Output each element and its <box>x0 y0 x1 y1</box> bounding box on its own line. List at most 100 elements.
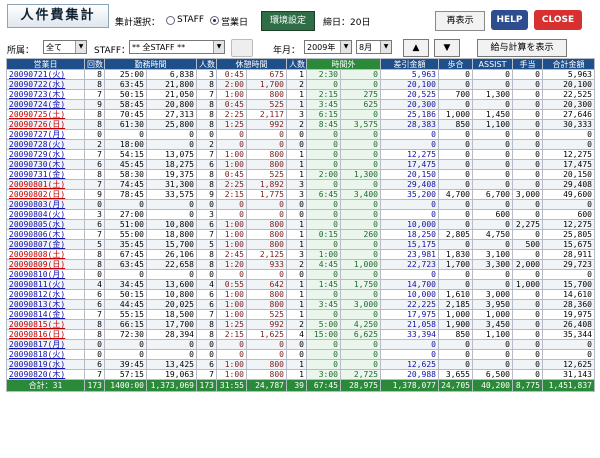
col-header[interactable]: 手当 <box>512 58 543 70</box>
totals-cell: 8,775 <box>512 379 543 392</box>
table-cell: 12,275 <box>380 149 439 160</box>
col-header[interactable]: 勤務時間 <box>104 58 197 70</box>
table-cell: 0 <box>146 349 197 360</box>
table-cell: 2 <box>286 259 307 270</box>
table-row: 20090815(土) 8 66:15 17,700 8 1:25 992 2 5:00 4,25… <box>6 319 595 330</box>
table-cell: 3:45 <box>306 99 341 110</box>
table-cell: 0 <box>512 209 543 220</box>
table-cell: 1:00 <box>216 89 247 100</box>
radio-staff[interactable] <box>166 16 175 25</box>
date-link[interactable]: 20090727(月) <box>6 129 85 140</box>
table-cell: 28,360 <box>542 299 595 310</box>
table-cell: 1:45 <box>306 279 341 290</box>
date-link[interactable]: 20090807(金) <box>6 239 85 250</box>
col-header[interactable]: 回数 <box>84 58 105 70</box>
table-cell: 67:45 <box>104 249 147 260</box>
date-link[interactable]: 20090809(日) <box>6 259 85 270</box>
table-cell: 9 <box>196 189 217 200</box>
date-link[interactable]: 20090817(月) <box>6 339 85 350</box>
date-link[interactable]: 20090818(火) <box>6 349 85 360</box>
date-link[interactable]: 20090810(月) <box>6 269 85 280</box>
dept-select[interactable]: 全て ▼ <box>43 40 87 54</box>
date-link[interactable]: 20090724(金) <box>6 99 85 110</box>
table-cell: 5 <box>84 239 105 250</box>
table-cell: 2:25 <box>216 109 247 120</box>
date-link[interactable]: 20090804(火) <box>6 209 85 220</box>
table-cell: 0 <box>512 339 543 350</box>
col-header[interactable]: ASSIST <box>472 58 513 70</box>
totals-cell: 173 <box>196 379 217 392</box>
staff-select-value: ** 全STAFF ** <box>132 43 186 52</box>
help-button[interactable]: HELP <box>491 10 528 30</box>
col-header[interactable]: 歩合 <box>438 58 473 70</box>
date-link[interactable]: 20090731(金) <box>6 169 85 180</box>
table-cell: 0 <box>542 199 595 210</box>
table-cell: 0 <box>472 99 513 110</box>
date-link[interactable]: 20090808(土) <box>6 249 85 260</box>
date-link[interactable]: 20090803(月) <box>6 199 85 210</box>
date-link[interactable]: 20090819(水) <box>6 359 85 370</box>
date-link[interactable]: 20090816(日) <box>6 329 85 340</box>
col-header[interactable]: 営業日 <box>6 58 85 70</box>
table-cell: 800 <box>246 229 287 240</box>
date-link[interactable]: 20090722(水) <box>6 79 85 90</box>
staff-select[interactable]: ** 全STAFF ** ▼ <box>129 40 225 54</box>
table-cell: 0 <box>306 269 341 280</box>
dept-select-value: 全て <box>46 43 62 52</box>
table-cell: 800 <box>246 239 287 250</box>
table-cell: 0 <box>380 139 439 150</box>
col-header[interactable]: 休憩時間 <box>216 58 287 70</box>
table-cell: 0 <box>340 359 381 370</box>
date-link[interactable]: 20090730(木) <box>6 159 85 170</box>
prev-month-button[interactable]: ▲ <box>403 39 429 57</box>
date-link[interactable]: 20090801(土) <box>6 179 85 190</box>
date-link[interactable]: 20090806(木) <box>6 229 85 240</box>
date-link[interactable]: 20090729(水) <box>6 149 85 160</box>
refresh-button[interactable]: 再表示 <box>435 11 485 31</box>
col-header[interactable]: 差引金額 <box>380 58 439 70</box>
radio-store-day[interactable] <box>210 16 219 25</box>
date-link[interactable]: 20090726(日) <box>6 119 85 130</box>
table-cell: 61:30 <box>104 119 147 130</box>
date-link[interactable]: 20090802(日) <box>6 189 85 200</box>
col-header[interactable]: 時間外 <box>306 58 381 70</box>
date-link[interactable]: 20090812(水) <box>6 289 85 300</box>
next-month-button[interactable]: ▼ <box>434 39 460 57</box>
table-cell: 8 <box>196 249 217 260</box>
month-select[interactable]: 8月 ▼ <box>356 40 392 54</box>
table-row: 20090819(水) 6 39:45 13,425 6 1:00 800 1 0 0 12,625… <box>6 359 595 370</box>
date-link[interactable]: 20090725(土) <box>6 109 85 120</box>
table-cell: 0 <box>84 129 105 140</box>
salary-calc-button[interactable]: 給与計算を表示 <box>477 39 567 57</box>
table-cell: 0 <box>340 209 381 220</box>
date-link[interactable]: 20090723(木) <box>6 89 85 100</box>
date-link[interactable]: 20090805(水) <box>6 219 85 230</box>
chevron-down-icon: ▼ <box>340 41 351 53</box>
date-link[interactable]: 20090728(火) <box>6 139 85 150</box>
table-cell: 1 <box>286 359 307 370</box>
table-cell: 0 <box>196 199 217 210</box>
col-header[interactable]: 人数 <box>286 58 307 70</box>
date-link[interactable]: 20090721(火) <box>6 69 85 80</box>
table-cell: 0 <box>512 109 543 120</box>
date-link[interactable]: 20090811(火) <box>6 279 85 290</box>
table-cell: 0 <box>472 359 513 370</box>
col-header[interactable]: 人数 <box>196 58 217 70</box>
table-cell: 30,333 <box>542 119 595 130</box>
table-cell: 3,655 <box>438 369 473 380</box>
date-link[interactable]: 20090814(金) <box>6 309 85 320</box>
date-link[interactable]: 20090813(木) <box>6 299 85 310</box>
close-button[interactable]: CLOSE <box>534 10 582 30</box>
date-link[interactable]: 20090815(土) <box>6 319 85 330</box>
table-cell: 0 <box>472 349 513 360</box>
staff-search-button[interactable] <box>231 39 253 57</box>
year-select[interactable]: 2009年 ▼ <box>304 40 352 54</box>
table-cell: 33,575 <box>146 189 197 200</box>
totals-cell: 31:55 <box>216 379 247 392</box>
date-link[interactable]: 20090820(木) <box>6 369 85 380</box>
table-cell: 0 <box>472 269 513 280</box>
table-cell: 50:15 <box>104 289 147 300</box>
col-header[interactable]: 合計金額 <box>542 58 595 70</box>
settings-button[interactable]: 環境設定 <box>261 11 315 31</box>
table-cell: 0 <box>512 369 543 380</box>
